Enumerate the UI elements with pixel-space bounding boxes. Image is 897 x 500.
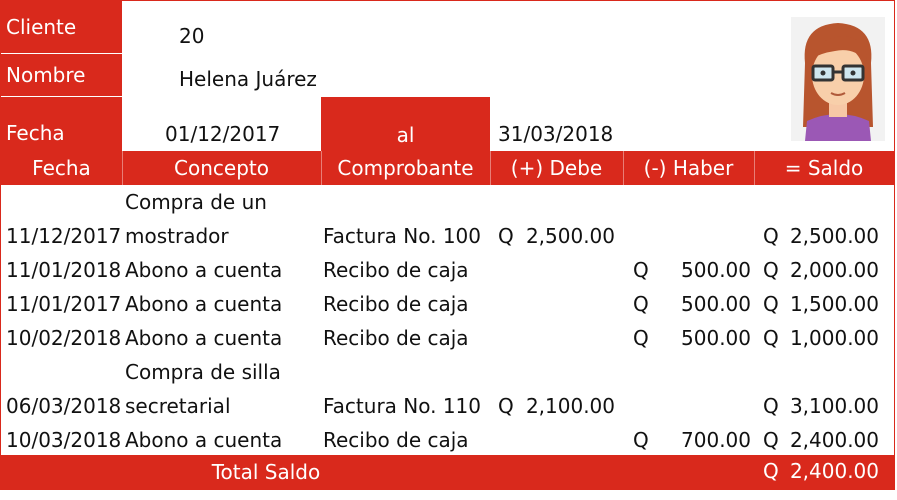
row-1-saldo-currency: Q bbox=[763, 224, 779, 248]
row-1-concepto-line1: Compra de un bbox=[125, 190, 267, 214]
row-1-fecha: 11/12/2017 bbox=[6, 224, 122, 248]
row-4-saldo-currency: Q bbox=[763, 326, 779, 350]
row-5-saldo-currency: Q bbox=[763, 394, 779, 418]
fecha-desde: 01/12/2017 bbox=[165, 122, 281, 146]
row-3-saldo-currency: Q bbox=[763, 292, 779, 316]
nombre-label: Nombre bbox=[1, 54, 122, 96]
row-4-haber: 500.00 bbox=[681, 326, 751, 350]
row-6-saldo: 2,400.00 bbox=[789, 428, 879, 452]
row-3-haber-currency: Q bbox=[633, 292, 649, 316]
row-6-haber: 700.00 bbox=[681, 428, 751, 452]
row-2-saldo-currency: Q bbox=[763, 258, 779, 282]
row-1-debe: 2,500.00 bbox=[525, 224, 615, 248]
account-statement: Cliente Nombre Fecha 20 Helena Juárez 01… bbox=[0, 0, 895, 490]
col-comprobante: Comprobante bbox=[337, 156, 474, 180]
al-label-text: al bbox=[396, 123, 415, 147]
divider bbox=[122, 151, 123, 185]
row-6-fecha: 10/03/2018 bbox=[6, 428, 122, 452]
row-3-concepto: Abono a cuenta bbox=[125, 292, 283, 316]
total-label: Total Saldo bbox=[211, 460, 321, 484]
al-label: al bbox=[321, 97, 490, 151]
row-5-comprobante: Factura No. 110 bbox=[323, 394, 482, 418]
total-value: 2,400.00 bbox=[789, 459, 879, 483]
row-2-fecha: 11/01/2018 bbox=[6, 258, 122, 282]
row-6-comprobante: Recibo de caja bbox=[323, 428, 469, 452]
fecha-label-text: Fecha bbox=[6, 121, 65, 145]
row-6-haber-currency: Q bbox=[633, 428, 649, 452]
cliente-label-text: Cliente bbox=[6, 15, 77, 39]
divider bbox=[490, 151, 491, 185]
col-saldo: = Saldo bbox=[784, 156, 864, 180]
user-avatar-icon bbox=[791, 17, 885, 141]
row-4-fecha: 10/02/2018 bbox=[6, 326, 122, 350]
row-3-comprobante: Recibo de caja bbox=[323, 292, 469, 316]
col-debe: (+) Debe bbox=[510, 156, 603, 180]
col-concepto: Concepto bbox=[174, 156, 269, 180]
row-6-concepto: Abono a cuenta bbox=[125, 428, 283, 452]
row-2-comprobante: Recibo de caja bbox=[323, 258, 469, 282]
row-2-concepto: Abono a cuenta bbox=[125, 258, 283, 282]
total-currency: Q bbox=[763, 459, 779, 483]
row-5-concepto-line1: Compra de silla bbox=[125, 360, 281, 384]
row-1-comprobante: Factura No. 100 bbox=[323, 224, 482, 248]
nombre-label-text: Nombre bbox=[6, 63, 86, 87]
row-4-concepto: Abono a cuenta bbox=[125, 326, 283, 350]
row-5-concepto-line2: secretarial bbox=[125, 394, 231, 418]
row-5-saldo: 3,100.00 bbox=[789, 394, 879, 418]
row-2-saldo: 2,000.00 bbox=[789, 258, 879, 282]
cliente-value: 20 bbox=[179, 24, 205, 48]
row-1-debe-currency: Q bbox=[498, 224, 514, 248]
col-haber: (-) Haber bbox=[643, 156, 734, 180]
row-2-haber: 500.00 bbox=[681, 258, 751, 282]
nombre-value: Helena Juárez bbox=[179, 67, 317, 91]
row-3-haber: 500.00 bbox=[681, 292, 751, 316]
divider bbox=[623, 151, 624, 185]
divider bbox=[754, 151, 755, 185]
col-fecha: Fecha bbox=[32, 156, 91, 180]
row-5-debe: 2,100.00 bbox=[525, 394, 615, 418]
row-4-haber-currency: Q bbox=[633, 326, 649, 350]
fecha-hasta: 31/03/2018 bbox=[498, 122, 614, 146]
cliente-label: Cliente bbox=[1, 1, 122, 53]
row-4-saldo: 1,000.00 bbox=[789, 326, 879, 350]
row-5-fecha: 06/03/2018 bbox=[6, 394, 122, 418]
divider bbox=[321, 151, 322, 185]
row-2-haber-currency: Q bbox=[633, 258, 649, 282]
row-1-concepto-line2: mostrador bbox=[125, 224, 229, 248]
row-4-comprobante: Recibo de caja bbox=[323, 326, 469, 350]
fecha-label: Fecha bbox=[1, 97, 122, 151]
row-1-saldo: 2,500.00 bbox=[789, 224, 879, 248]
row-3-fecha: 11/01/2017 bbox=[6, 292, 122, 316]
row-5-debe-currency: Q bbox=[498, 394, 514, 418]
row-3-saldo: 1,500.00 bbox=[789, 292, 879, 316]
row-6-saldo-currency: Q bbox=[763, 428, 779, 452]
